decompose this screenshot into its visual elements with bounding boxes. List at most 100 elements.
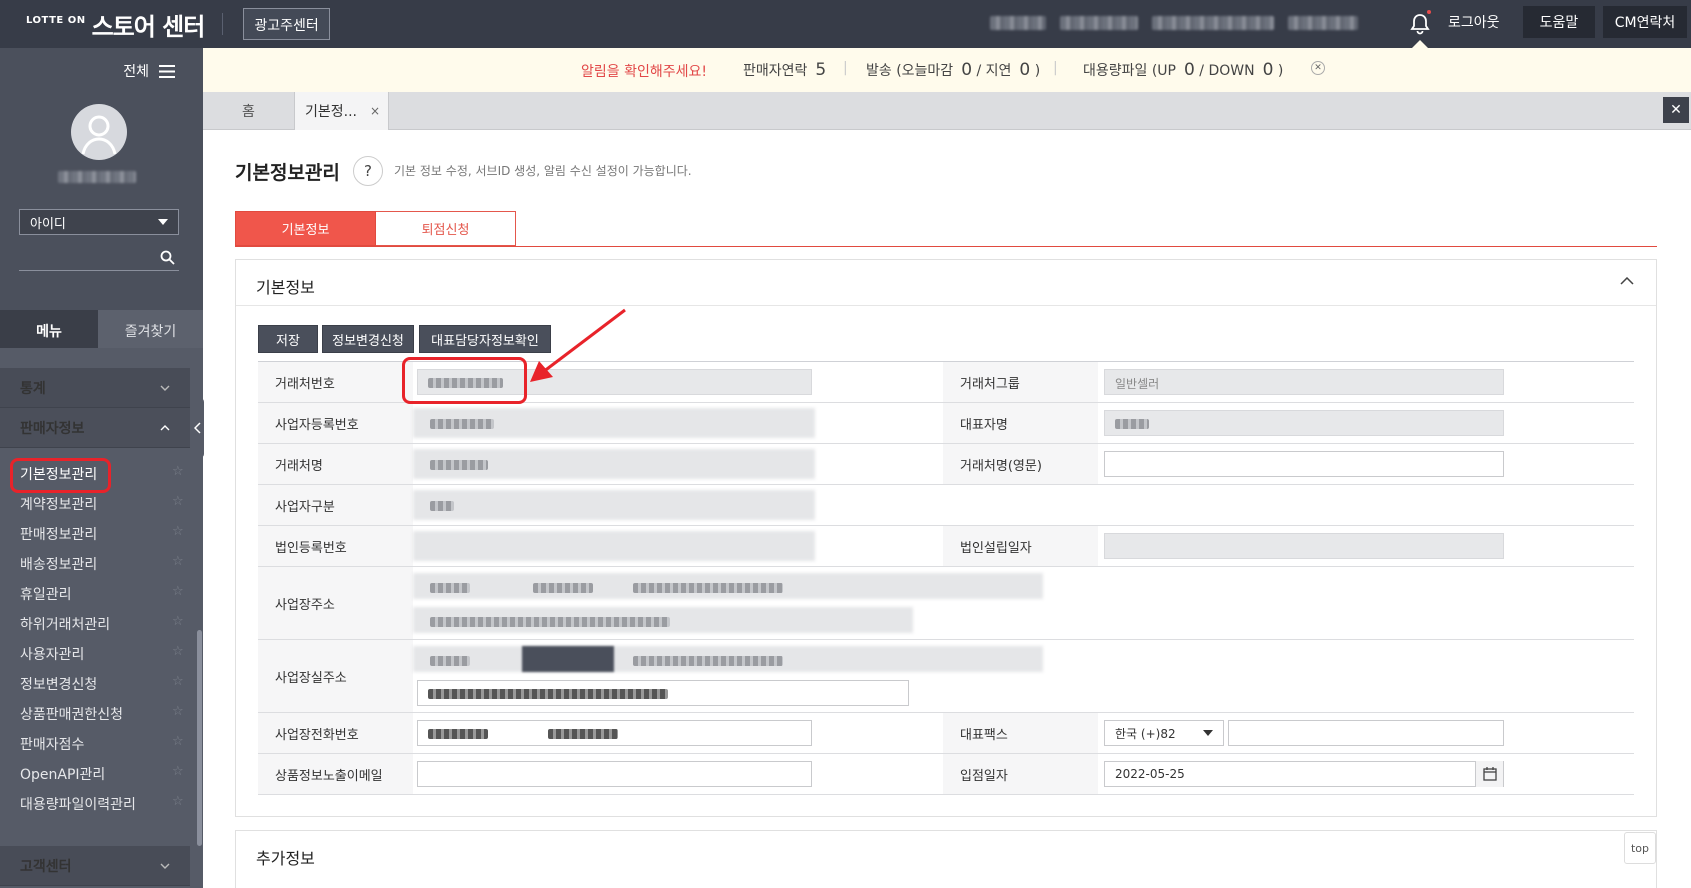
star-icon[interactable]: ☆ [172, 764, 184, 779]
page-description: 기본 정보 수정, 서브ID 생성, 알림 수신 설정이 가능합니다. [394, 164, 692, 178]
blurred-value [633, 583, 783, 593]
join-date-field[interactable]: 2022-05-25 [1104, 761, 1504, 787]
form-row: 사업장전화번호 대표팩스 한국 (+)82 [258, 713, 1634, 754]
sidebar-item-seller-score[interactable]: 판매자점수 [20, 734, 84, 754]
change-request-button[interactable]: 정보변경신청 [322, 325, 414, 353]
sidebar-item-bulk-file[interactable]: 대용량파일이력관리 [20, 794, 136, 814]
star-icon[interactable]: ☆ [172, 554, 184, 569]
sidebar-item-sales-permission[interactable]: 상품판매권한신청 [20, 704, 123, 724]
sidebar-item-openapi[interactable]: OpenAPI관리 [20, 764, 105, 784]
tab-menu[interactable]: 메뉴 [0, 310, 98, 348]
id-select-value: 아이디 [30, 216, 66, 232]
star-icon[interactable]: ☆ [172, 524, 184, 539]
notice-bar: 알림을 확인해주세요! 판매자연락 5 | 발송 (오늘마감 0 / 지연 0 ) |… [203, 48, 1691, 92]
label-biz-reg-no: 사업자등록번호 [258, 403, 413, 443]
sidebar-item-sub-account[interactable]: 하위거래처관리 [20, 614, 110, 634]
label-biz-phone: 사업장전화번호 [258, 713, 413, 753]
ad-center-button[interactable]: 광고주센터 [243, 8, 330, 40]
star-icon[interactable]: ☆ [172, 584, 184, 599]
calendar-icon[interactable] [1475, 761, 1503, 787]
caret-down-icon [158, 219, 168, 225]
blurred-text [1060, 16, 1138, 30]
sidebar-section-customer-center[interactable]: 고객센터 [0, 846, 190, 886]
chevron-left-icon [193, 422, 201, 434]
label-biz-type: 사업자구분 [258, 485, 413, 525]
logo[interactable]: LOTTE ON 스토어 센터 [26, 7, 205, 42]
panel-title: 추가정보 [256, 849, 315, 868]
tab-close-icon[interactable]: × [370, 104, 380, 118]
sidebar-section-stats[interactable]: 통계 [0, 368, 190, 408]
help-button[interactable]: 도움말 [1523, 6, 1595, 38]
blurred-text [1288, 16, 1358, 30]
label-ceo-name: 대표자명 [943, 403, 1098, 443]
annotation-highlight-field [402, 357, 527, 404]
label-corp-reg-no: 법인등록번호 [258, 526, 413, 566]
search-icon[interactable] [160, 250, 175, 265]
fax-country-select[interactable]: 한국 (+)82 [1104, 720, 1224, 746]
notice-count: 5 [815, 60, 827, 80]
divider: | [843, 60, 848, 76]
star-icon[interactable]: ☆ [172, 614, 184, 629]
star-icon[interactable]: ☆ [172, 464, 184, 479]
id-select[interactable]: 아이디 [19, 209, 179, 235]
panel-header[interactable]: 기본정보 [236, 260, 1656, 306]
sidebar-item-contract[interactable]: 계약정보관리 [20, 494, 97, 514]
sidebar-search-input[interactable] [19, 245, 179, 271]
sidebar-scrollbar[interactable] [197, 630, 202, 846]
label-rep-fax: 대표팩스 [943, 713, 1098, 753]
biz-real-address-detail-input[interactable] [417, 680, 909, 706]
label-biz-real-address: 사업장실주소 [258, 640, 413, 712]
subtab-basic-info[interactable]: 기본정보 [235, 211, 376, 246]
corp-date-field [1104, 533, 1504, 559]
fax-number-input[interactable] [1228, 720, 1504, 746]
close-icon[interactable]: ✕ [1311, 61, 1325, 75]
tab-basic-info[interactable]: 기본정... × [295, 92, 389, 130]
notice-label: ) [1034, 63, 1041, 79]
star-icon[interactable]: ☆ [172, 734, 184, 749]
scroll-top-button[interactable]: top [1624, 832, 1656, 864]
sidebar-item-users[interactable]: 사용자관리 [20, 644, 84, 664]
notice-bulk-file[interactable]: 대용량파일 (UP 0 / DOWN 0 ) [1083, 60, 1283, 80]
blurred-value [1115, 419, 1149, 429]
product-email-input[interactable] [417, 761, 812, 787]
subtab-withdraw[interactable]: 퇴점신청 [376, 211, 516, 246]
label-product-email: 상품정보노출이메일 [258, 754, 413, 794]
user-icon [81, 115, 117, 155]
save-button[interactable]: 저장 [258, 325, 318, 353]
star-icon[interactable]: ☆ [172, 644, 184, 659]
account-name-en-input[interactable] [1104, 451, 1504, 477]
sidebar-section-seller-info[interactable]: 판매자정보 [0, 408, 190, 448]
sidebar-item-sales[interactable]: 판매정보관리 [20, 524, 97, 544]
fax-country-value: 한국 (+)82 [1115, 726, 1176, 741]
star-icon[interactable]: ☆ [172, 494, 184, 509]
star-icon[interactable]: ☆ [172, 674, 184, 689]
account-info-blurred [990, 16, 1358, 30]
sidebar-item-change-request[interactable]: 정보변경신청 [20, 674, 97, 694]
all-menu-toggle[interactable]: 전체 [123, 61, 175, 81]
biz-phone-input[interactable] [417, 720, 812, 746]
close-all-tabs-button[interactable]: ✕ [1663, 97, 1689, 123]
star-icon[interactable]: ☆ [172, 704, 184, 719]
sidebar-item-shipping[interactable]: 배송정보관리 [20, 554, 97, 574]
tab-home[interactable]: 홈 [203, 92, 295, 130]
annotation-highlight-menu [10, 458, 111, 493]
logo-brand: LOTTE ON [26, 14, 86, 26]
label-account-no: 거래처번호 [258, 362, 413, 402]
label-account-name-en: 거래처명(영문) [943, 444, 1098, 484]
help-icon[interactable]: ? [353, 156, 383, 186]
blurred-value [430, 460, 488, 470]
chevron-up-icon[interactable] [1620, 277, 1634, 285]
sidebar-collapse-handle[interactable] [190, 398, 204, 458]
logout-link[interactable]: 로그아웃 [1448, 12, 1500, 32]
blurred-value [430, 583, 470, 593]
blurred-value [430, 656, 470, 666]
cm-contact-button[interactable]: CM연락처 [1603, 6, 1687, 38]
notice-seller-contact[interactable]: 판매자연락 5 [743, 60, 826, 80]
blurred-field [413, 490, 815, 520]
sidebar-item-holiday[interactable]: 휴일관리 [20, 584, 72, 604]
notice-label: / DOWN [1199, 63, 1255, 79]
star-icon[interactable]: ☆ [172, 794, 184, 809]
tab-favorites[interactable]: 즐겨찾기 [98, 310, 203, 348]
blurred-value [430, 501, 454, 511]
notice-shipping[interactable]: 발송 (오늘마감 0 / 지연 0 ) [866, 60, 1040, 80]
